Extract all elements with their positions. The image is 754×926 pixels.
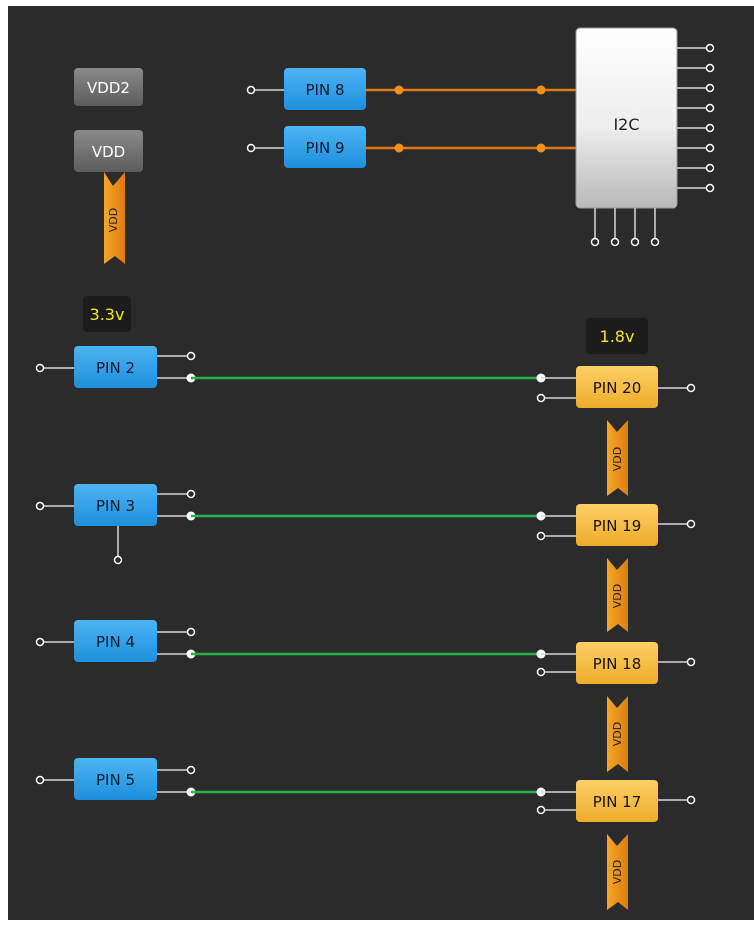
i2c-right-terminal[interactable]: [705, 103, 715, 113]
left-pin-label: PIN 4: [96, 633, 135, 651]
left-pin-input-terminal[interactable]: [35, 363, 45, 373]
right-bank-voltage: 1.8v: [600, 327, 635, 346]
right-pin-row[interactable]: PIN 18 VDD: [536, 642, 696, 772]
right-pin-output-terminal[interactable]: [686, 795, 696, 805]
left-pin-oe-terminal[interactable]: [186, 351, 196, 361]
left-bank-voltage-badge: 3.3v: [83, 296, 131, 332]
right-bank-voltage-badge: 1.8v: [586, 318, 648, 354]
i2c-right-terminal[interactable]: [705, 63, 715, 73]
pin9-input-terminal[interactable]: [246, 143, 256, 153]
vdd-rail-label: VDD: [611, 447, 624, 471]
i2c-right-terminal[interactable]: [705, 143, 715, 153]
left-pin-label: PIN 5: [96, 771, 135, 789]
vdd-rail-label: VDD: [107, 208, 120, 232]
i2c-bottom-terminals: [590, 208, 660, 247]
i2c-bottom-terminal[interactable]: [610, 237, 620, 247]
i2c-right-terminals: [677, 43, 715, 193]
right-pin-row[interactable]: PIN 19 VDD: [536, 504, 696, 632]
right-pin-output-terminal[interactable]: [686, 657, 696, 667]
pin9-label: PIN 9: [305, 139, 344, 157]
right-pin-label: PIN 20: [593, 379, 642, 397]
pin8-wire-node[interactable]: [394, 85, 404, 95]
i2c-bottom-terminal[interactable]: [650, 237, 660, 247]
right-pin-oe-terminal[interactable]: [536, 393, 546, 403]
left-pin-input-terminal[interactable]: [35, 775, 45, 785]
left-pin-bottom-terminal[interactable]: [113, 555, 123, 565]
vdd-rail-label: VDD: [611, 722, 624, 746]
vdd2-label: VDD2: [87, 79, 130, 97]
right-pin-output-terminal[interactable]: [686, 519, 696, 529]
i2c-right-terminal[interactable]: [705, 83, 715, 93]
right-pin-oe-terminal[interactable]: [536, 805, 546, 815]
pin9-wire-node-end[interactable]: [536, 143, 546, 153]
left-pin-row[interactable]: PIN 3: [35, 484, 546, 565]
left-pin-oe-terminal[interactable]: [186, 765, 196, 775]
left-pin-oe-terminal[interactable]: [186, 627, 196, 637]
right-pin-row[interactable]: PIN 17 VDD: [536, 780, 696, 910]
left-pin-oe-terminal[interactable]: [186, 489, 196, 499]
i2c-right-terminal[interactable]: [705, 183, 715, 193]
right-pin-row[interactable]: PIN 20 VDD: [536, 366, 696, 496]
vdd-rail-label: VDD: [611, 584, 624, 608]
schematic-diagram: VDD2 VDD VDD PIN 8 PIN 9 I2C 3.3v 1.8v P…: [35, 27, 715, 910]
right-pin-label: PIN 17: [593, 793, 642, 811]
left-pin-input-terminal[interactable]: [35, 637, 45, 647]
left-pin-row[interactable]: PIN 5: [35, 758, 546, 800]
vdd-rail-tag[interactable]: VDD: [104, 172, 125, 264]
right-pin-label: PIN 19: [593, 517, 642, 535]
pin8-wire-node-end[interactable]: [536, 85, 546, 95]
vdd-block[interactable]: VDD: [74, 130, 143, 172]
left-pin-label: PIN 3: [96, 497, 135, 515]
pin8-input-terminal[interactable]: [246, 85, 256, 95]
i2c-bottom-terminal[interactable]: [590, 237, 600, 247]
vdd-rail-label: VDD: [611, 860, 624, 884]
i2c-block[interactable]: I2C: [575, 27, 678, 209]
i2c-label: I2C: [613, 115, 639, 134]
pin9-wire-node[interactable]: [394, 143, 404, 153]
i2c-bottom-terminal[interactable]: [630, 237, 640, 247]
i2c-right-terminal[interactable]: [705, 123, 715, 133]
right-pin-oe-terminal[interactable]: [536, 531, 546, 541]
left-pin-row[interactable]: PIN 2: [35, 346, 546, 388]
right-pin-label: PIN 18: [593, 655, 642, 673]
i2c-right-terminal[interactable]: [705, 163, 715, 173]
pin8-label: PIN 8: [305, 81, 344, 99]
schematic-canvas: VDD2 VDD VDD PIN 8 PIN 9 I2C 3.3v 1.8v P…: [8, 6, 754, 920]
vdd2-block[interactable]: VDD2: [74, 68, 143, 106]
left-pin-label: PIN 2: [96, 359, 135, 377]
i2c-input-pin8[interactable]: PIN 8: [246, 68, 577, 110]
i2c-right-terminal[interactable]: [705, 43, 715, 53]
right-pin-output-terminal[interactable]: [686, 383, 696, 393]
left-pin-row[interactable]: PIN 4: [35, 620, 546, 662]
right-pin-oe-terminal[interactable]: [536, 667, 546, 677]
left-pin-input-terminal[interactable]: [35, 501, 45, 511]
vdd-label: VDD: [92, 143, 125, 161]
left-bank-voltage: 3.3v: [90, 305, 125, 324]
i2c-input-pin9[interactable]: PIN 9: [246, 126, 577, 168]
